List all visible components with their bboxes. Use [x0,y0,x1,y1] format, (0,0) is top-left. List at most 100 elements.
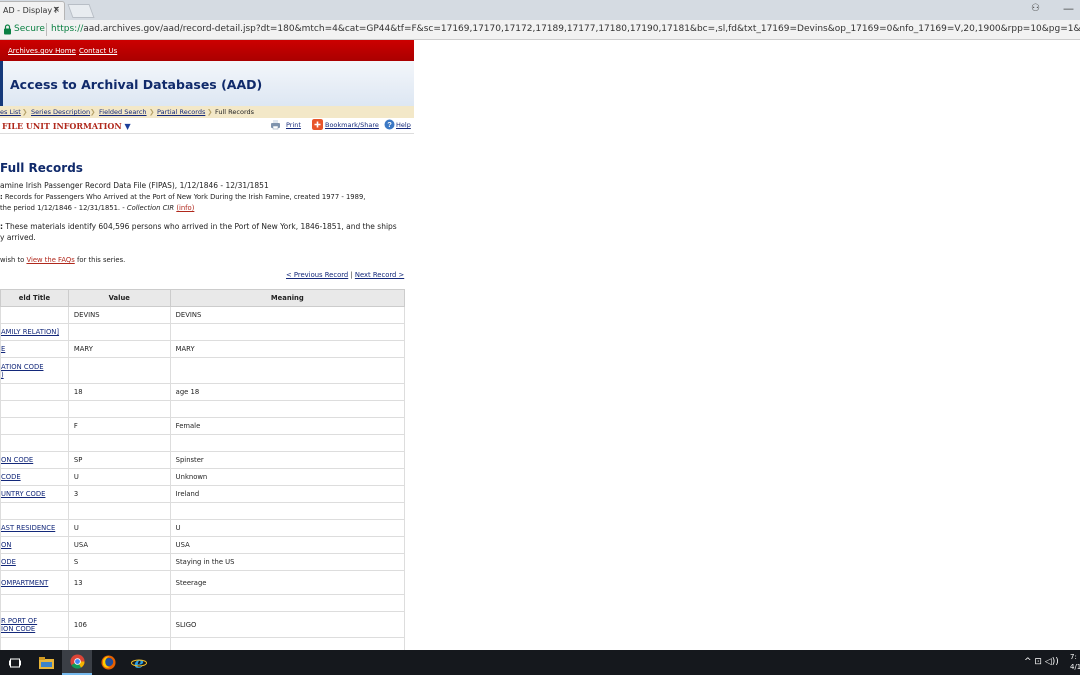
meaning-cell [169,323,406,341]
field-title-link[interactable]: ATION CODE ) [1,363,44,379]
table-row: AMILY RELATION] [0,323,406,341]
view-faqs-link[interactable]: View the FAQs [26,256,74,264]
info-link[interactable]: (info) [176,204,194,212]
field-title-link[interactable]: R PORT OF ION CODE [1,617,37,633]
value-cell: MARY [67,340,171,358]
address-bar[interactable]: Secure https://aad.archives.gov/aad/reco… [0,20,1080,40]
field-title-cell [0,434,69,452]
url-separator [46,23,47,36]
internet-explorer-icon: e [131,655,147,670]
field-title-cell: E [0,340,69,358]
print-link[interactable]: Print [286,121,301,129]
table-row [0,637,406,650]
task-view-button[interactable] [0,650,30,675]
caret-down-icon: ▼ [124,121,131,131]
system-tray-icons[interactable]: ^ ⊡ ◁)) [1024,657,1059,667]
field-title-link[interactable]: ODE [1,558,16,566]
firefox-taskbar-button[interactable] [93,650,123,675]
browser-tab-bar: AD - Display F × ⚇ — [0,0,1080,20]
column-header-field-title: eld Title [0,289,69,307]
breadcrumb-separator: ❯ [90,108,96,116]
value-cell [67,502,171,520]
series-title: amine Irish Passenger Record Data File (… [0,181,269,190]
breadcrumb-fielded-search[interactable]: Fielded Search [99,108,147,116]
field-title-cell: ODE [0,553,69,571]
period-text: the period 1/12/1846 - 12/31/1851. - [0,204,125,212]
value-cell: 3 [67,485,171,503]
file-explorer-button[interactable] [31,650,61,675]
label-prefix: : [0,193,3,201]
field-title-cell: ON CODE [0,451,69,469]
file-unit-label: FILE UNIT INFORMATION [2,121,122,131]
browser-tab[interactable]: AD - Display F × [0,1,65,20]
lock-icon [4,24,11,35]
value-cell: F [67,417,171,435]
table-body: DEVINS DEVINS AMILY RELATION] E MARY MARY ATIO… [0,306,406,650]
url-text[interactable]: https://aad.archives.gov/aad/record-deta… [51,24,1080,34]
field-title-link[interactable]: ON CODE [1,456,33,464]
chrome-icon [69,654,85,669]
description-text: Records for Passengers Who Arrived at th… [4,193,366,201]
value-cell [67,400,171,418]
field-title-link[interactable]: CODE [1,473,21,481]
chrome-taskbar-button[interactable] [62,650,92,675]
scope-line2: y arrived. [0,233,36,242]
value-cell [67,434,171,452]
field-title-link[interactable]: UNTRY CODE [1,490,45,498]
top-link-bar: Archives.gov Home Contact Us [0,40,414,61]
printer-icon [271,120,280,130]
breadcrumb-partial-records[interactable]: Partial Records [157,108,205,116]
field-title-cell: CODE [0,468,69,486]
value-cell: 13 [67,570,171,595]
tab-title: AD - Display F [3,6,60,15]
field-title-cell [0,383,69,401]
secure-label: Secure [14,24,45,34]
url-path: aad.archives.gov/aad/record-detail.jsp?d… [83,24,1080,34]
previous-record-link[interactable]: < Previous Record [286,271,348,279]
table-row: 18 age 18 [0,383,406,401]
bookmark-share-link[interactable]: Bookmark/Share [325,121,379,129]
breadcrumb-series-list[interactable]: es List [0,108,21,116]
value-cell: 18 [67,383,171,401]
nav-separator: | [350,271,353,279]
value-cell: DEVINS [67,306,171,324]
breadcrumb-full-records: Full Records [215,108,255,116]
field-title-cell: R PORT OF ION CODE [0,611,69,638]
table-row: ON USA USA [0,536,406,554]
meaning-cell: Spinster [169,451,406,469]
archives-home-link[interactable]: Archives.gov Home [8,47,76,55]
value-cell [67,637,171,650]
tab-close-icon[interactable]: × [52,5,60,15]
minimize-icon[interactable]: — [1063,2,1074,15]
help-link[interactable]: Help [396,121,411,129]
field-title-link[interactable]: AST RESIDENCE [1,524,55,532]
field-title-link[interactable]: AMILY RELATION] [1,328,59,336]
table-header-row: eld Title Value Meaning [0,289,406,307]
table-row [0,502,406,520]
column-header-value: Value [67,289,171,307]
breadcrumb-series-description[interactable]: Series Description [31,108,90,116]
system-clock[interactable]: 7: 4/1 [1070,652,1080,672]
field-title-cell: ATION CODE ) [0,357,69,384]
contact-us-link[interactable]: Contact Us [79,47,117,55]
field-title-link[interactable]: OMPARTMENT [1,579,48,587]
table-row: UNTRY CODE 3 Ireland [0,485,406,503]
table-row: ATION CODE ) [0,357,406,384]
internet-explorer-button[interactable]: e [124,650,154,675]
file-unit-dropdown[interactable]: FILE UNIT INFORMATION ▼ [2,121,131,131]
user-profile-icon[interactable]: ⚇ [1031,3,1040,14]
meaning-cell: Female [169,417,406,435]
value-cell: SP [67,451,171,469]
field-title-cell [0,502,69,520]
site-banner: Access to Archival Databases (AAD) [0,61,414,106]
value-cell: U [67,519,171,537]
meaning-cell [169,357,406,384]
breadcrumb-separator: ❯ [22,108,28,116]
clock-date: 4/1 [1070,663,1080,671]
next-record-link[interactable]: Next Record > [355,271,404,279]
field-title-link[interactable]: ON [1,541,11,549]
new-tab-button[interactable] [67,4,95,18]
meaning-cell [169,400,406,418]
value-cell: 106 [67,611,171,638]
field-title-link[interactable]: E [1,345,5,353]
